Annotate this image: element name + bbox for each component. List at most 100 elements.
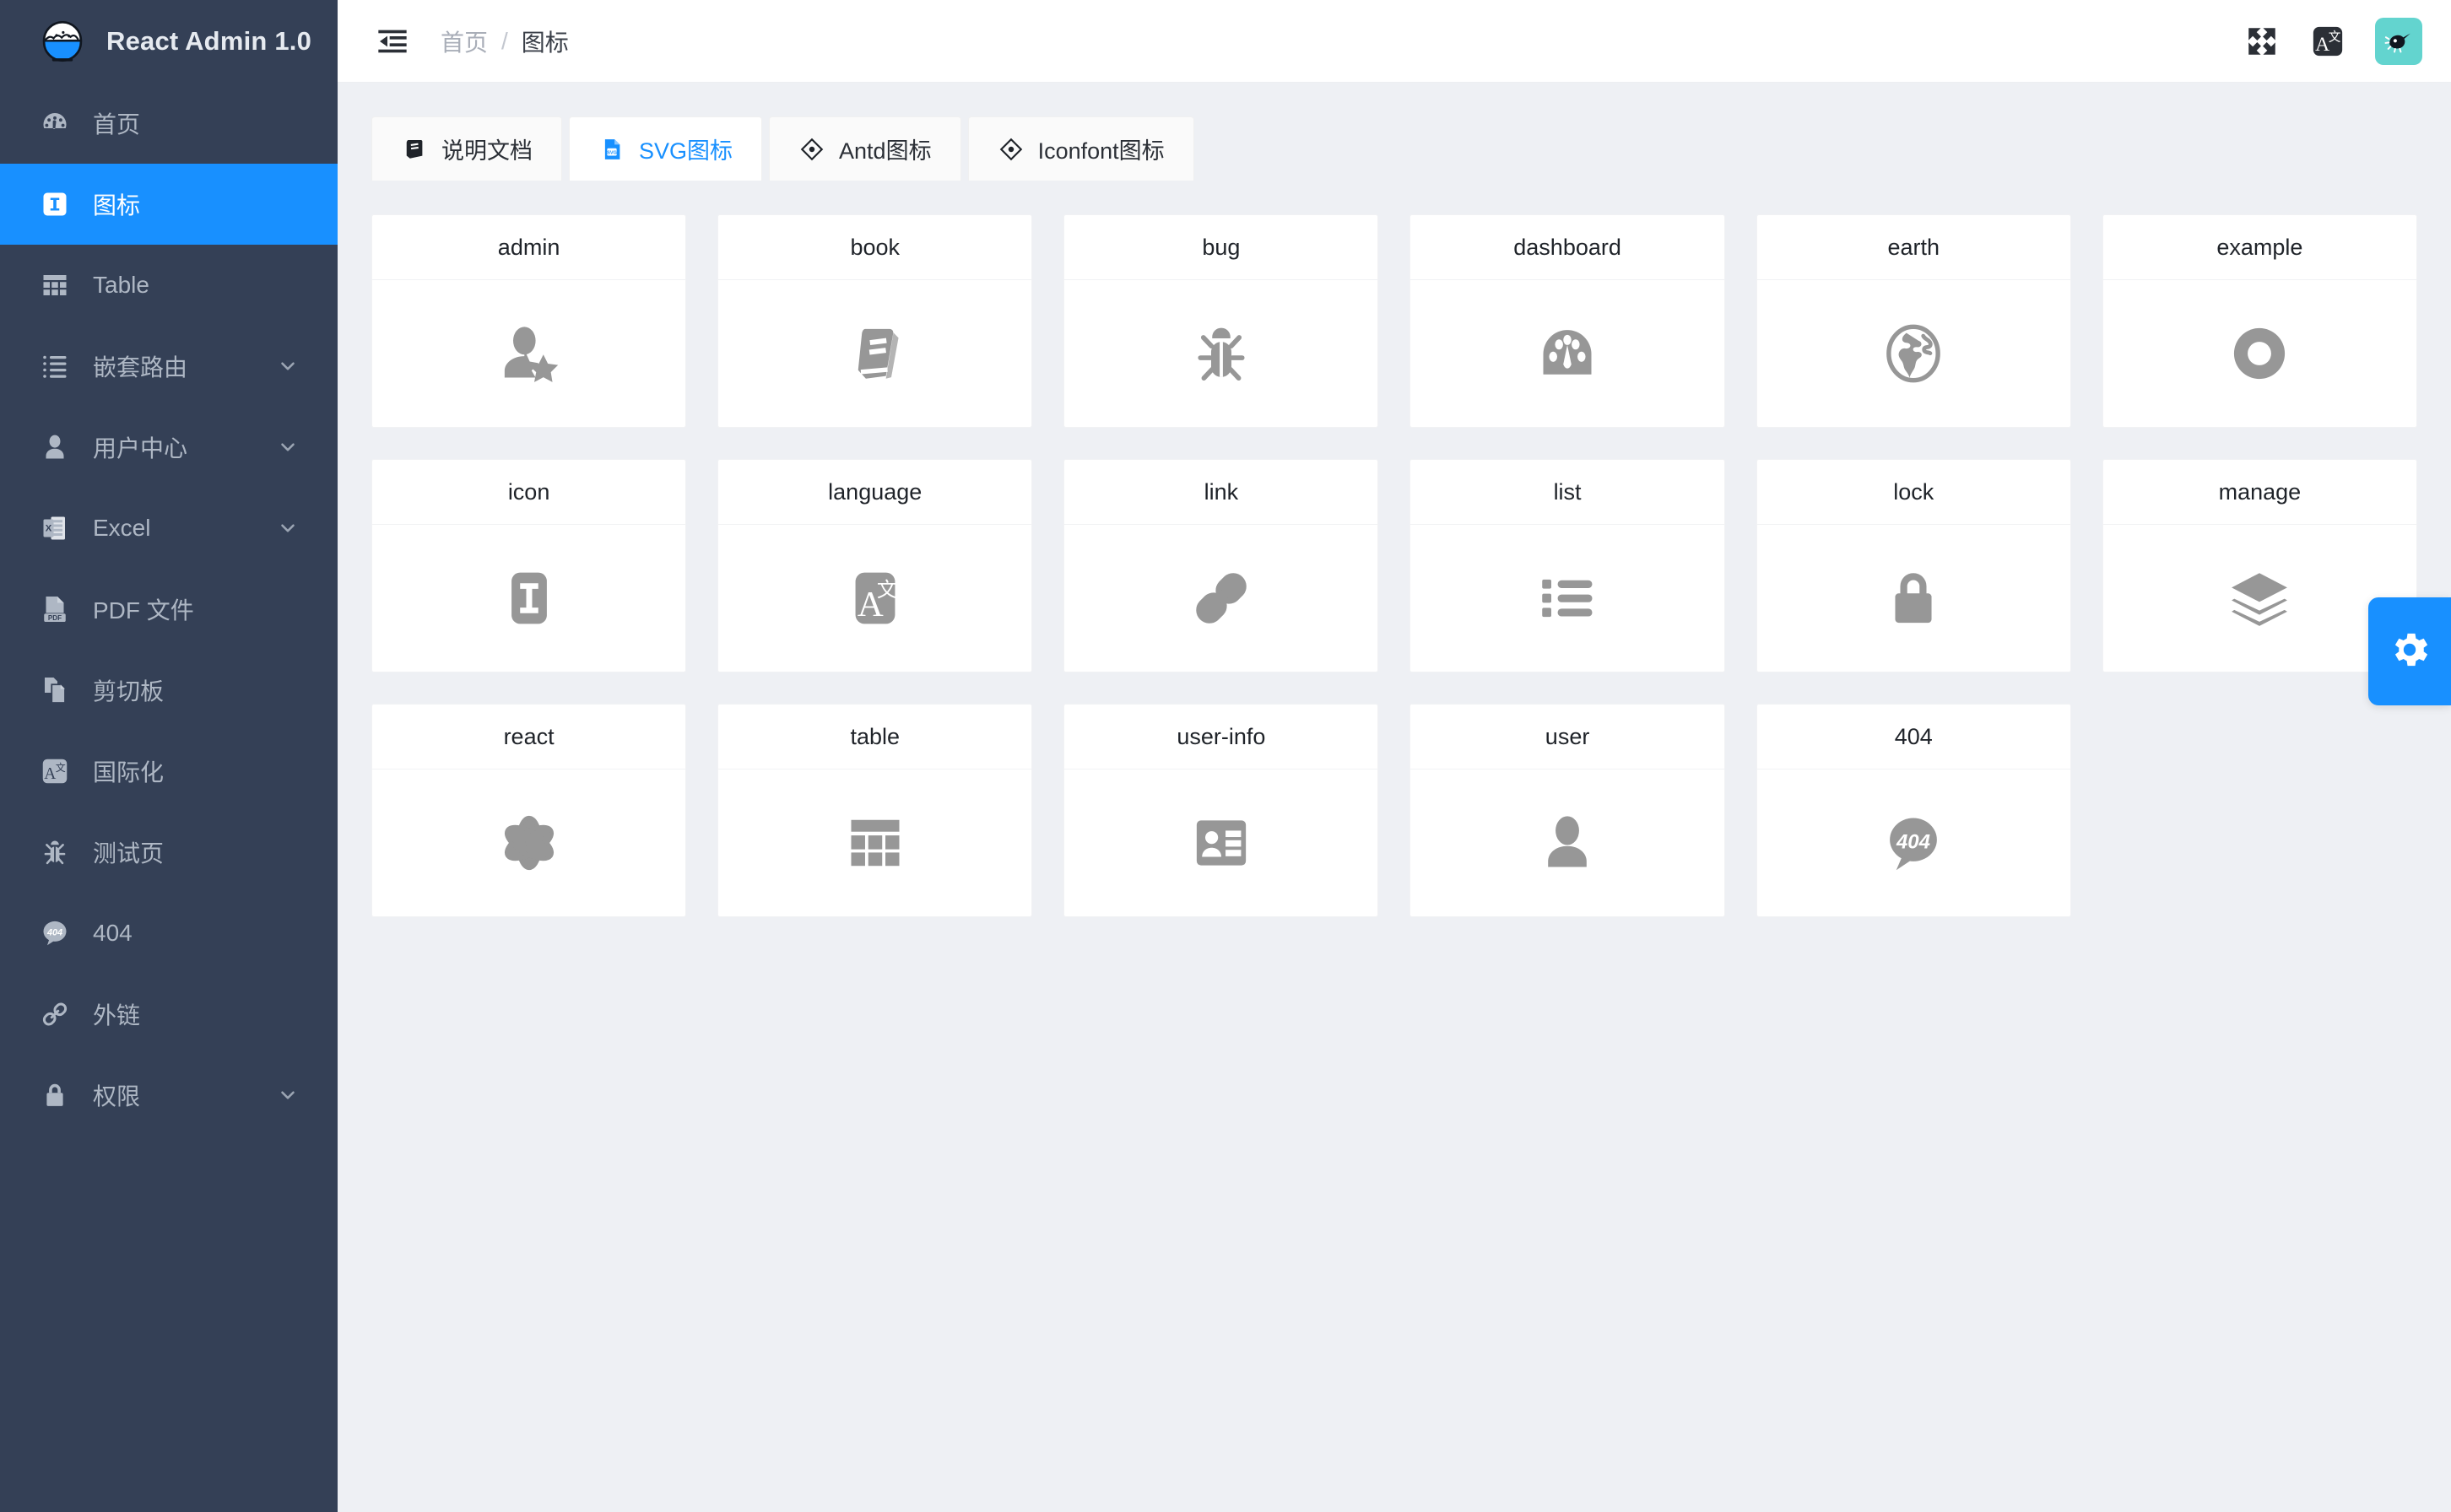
sidebar-item-label: 国际化 (93, 759, 165, 786)
icon-card[interactable]: react (371, 704, 687, 917)
sidebar-item-test-page[interactable]: 测试页 (0, 812, 338, 893)
sidebar-item-label: 首页 (93, 111, 141, 138)
sidebar-nav: 首页 图标 Table 嵌套路由 用户中心 X Excel PDF PDF 文件… (0, 83, 338, 1512)
sidebar-item-table[interactable]: Table (0, 245, 338, 326)
sidebar-item-excel[interactable]: X Excel (0, 488, 338, 569)
sidebar-item-user-center[interactable]: 用户中心 (0, 407, 338, 488)
svg-file-icon: SVG (598, 136, 625, 163)
sidebar-item-external-link[interactable]: 外链 (0, 974, 338, 1055)
globe-icon (1757, 280, 2070, 427)
chevron-down-icon[interactable] (277, 355, 299, 377)
table-icon (718, 770, 1031, 916)
svg-text:文: 文 (877, 578, 897, 602)
icon-card[interactable]: link (1063, 459, 1379, 672)
menu-fold-icon[interactable] (373, 22, 412, 61)
icon-card[interactable]: admin (371, 214, 687, 428)
svg-text:X: X (46, 524, 52, 534)
icon-card[interactable]: list (1409, 459, 1725, 672)
icon-card[interactable]: dashboard (1409, 214, 1725, 428)
icon-card-label: language (718, 460, 1032, 525)
404-icon: 404 (39, 917, 71, 949)
icon-card-label: table (718, 705, 1032, 770)
sidebar-item-home[interactable]: 首页 (0, 83, 338, 164)
tab-svg-icons[interactable]: SVG SVG图标 (569, 116, 763, 181)
icon-card-label: user-info (1064, 705, 1378, 770)
icon-card[interactable]: 404 404 (1756, 704, 2071, 917)
svg-text:文: 文 (2329, 30, 2341, 44)
404-icon: 404 (1757, 770, 2070, 916)
sidebar-item-404[interactable]: 404 404 (0, 893, 338, 974)
excel-file-icon: X (39, 512, 71, 544)
tab-documentation[interactable]: 说明文档 (371, 116, 562, 181)
icon-card[interactable]: lock (1756, 459, 2071, 672)
tab-label: SVG图标 (639, 138, 733, 164)
brand[interactable]: React Admin 1.0 (0, 0, 338, 83)
icon-card[interactable]: example (2102, 214, 2417, 428)
id-card-icon (1064, 770, 1377, 916)
sidebar-item-i18n[interactable]: A文 国际化 (0, 731, 338, 812)
link-icon (1064, 525, 1377, 672)
settings-fab-button[interactable] (2368, 597, 2451, 705)
svg-text:404: 404 (46, 927, 62, 937)
icon-card[interactable]: table (717, 704, 1033, 917)
icon-card[interactable]: user (1409, 704, 1725, 917)
tab-antd-icons[interactable]: Antd图标 (769, 116, 961, 181)
rice-bowl-icon (39, 18, 86, 65)
icon-card[interactable]: user-info (1063, 704, 1379, 917)
avatar-icon (2384, 33, 2410, 52)
svg-text:404: 404 (1896, 830, 1930, 853)
icon-card[interactable]: earth (1756, 214, 2071, 428)
sidebar-item-nested-routes[interactable]: 嵌套路由 (0, 326, 338, 407)
lock-icon (39, 1079, 71, 1111)
icon-card[interactable]: book (717, 214, 1033, 428)
sidebar-item-label: 404 (93, 920, 133, 946)
list-icon (1410, 525, 1723, 672)
sidebar: React Admin 1.0 首页 图标 Table 嵌套路由 用户中心 X … (0, 0, 338, 1512)
bug-icon (39, 836, 71, 868)
sidebar-item-icons[interactable]: 图标 (0, 164, 338, 245)
tab-iconfont-icons[interactable]: Iconfont图标 (967, 116, 1194, 181)
sidebar-item-clipboard[interactable]: 剪切板 (0, 650, 338, 731)
chevron-down-icon[interactable] (277, 436, 299, 458)
icon-card-label: 404 (1756, 705, 2070, 770)
sidebar-item-label: PDF 文件 (93, 597, 194, 624)
svg-text:SVG: SVG (607, 150, 617, 155)
icon-card-label: dashboard (1410, 215, 1724, 280)
pdf-file-icon: PDF (39, 593, 71, 625)
chevron-down-icon[interactable] (277, 1084, 299, 1106)
sidebar-item-label: 测试页 (93, 840, 165, 867)
icon-card-label: icon (372, 460, 686, 525)
sidebar-item-label: 外链 (93, 1002, 141, 1029)
avatar[interactable] (2375, 17, 2422, 65)
diamond-icon (798, 136, 825, 163)
sidebar-item-pdf[interactable]: PDF PDF 文件 (0, 569, 338, 650)
fullscreen-icon[interactable] (2243, 23, 2281, 60)
diamond-icon (998, 136, 1025, 163)
icon-card-label: lock (1756, 460, 2070, 525)
sidebar-item-label: Excel (93, 515, 151, 541)
sidebar-item-permission[interactable]: 权限 (0, 1055, 338, 1136)
icon-card-label: bug (1064, 215, 1378, 280)
translate-icon: A文 (718, 525, 1031, 672)
link-icon (39, 998, 71, 1030)
app-root: React Admin 1.0 首页 图标 Table 嵌套路由 用户中心 X … (0, 0, 2451, 1512)
tab-label: Antd图标 (839, 138, 932, 164)
react-atom-icon (372, 770, 685, 916)
user-icon (39, 431, 71, 463)
icon-card-label: link (1064, 460, 1378, 525)
icon-badge-icon (39, 188, 71, 220)
icon-card[interactable]: bug (1063, 214, 1379, 428)
brand-title: React Admin 1.0 (106, 26, 312, 56)
book-icon (718, 280, 1031, 427)
icon-card[interactable]: icon (371, 459, 687, 672)
translate-icon[interactable]: A文 (2309, 23, 2346, 60)
icon-card-label: react (372, 705, 686, 770)
icon-card[interactable]: language A文 (717, 459, 1033, 672)
icon-grid: admin book bug dashboard earth example i… (371, 214, 2417, 917)
lifebuoy-icon (2103, 280, 2416, 427)
breadcrumb-home[interactable]: 首页 (441, 24, 488, 58)
content-area: 说明文档 SVG SVG图标 Antd图标 Iconfont图标 admin b… (338, 83, 2451, 1512)
user-star-icon (372, 280, 685, 427)
chevron-down-icon[interactable] (277, 517, 299, 539)
gear-icon (2387, 627, 2432, 677)
